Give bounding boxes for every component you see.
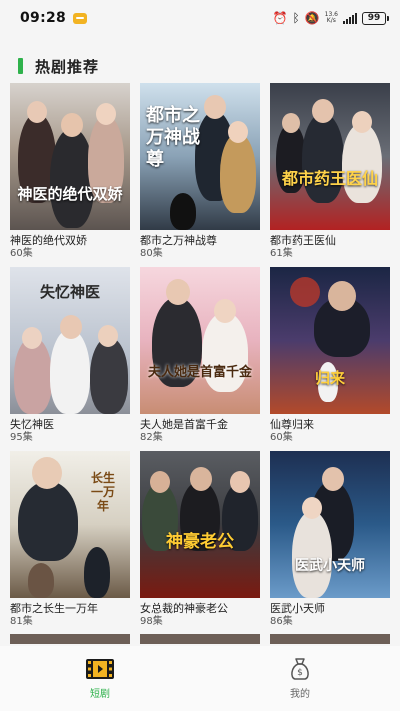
alarm-icon: ⏰ bbox=[272, 11, 288, 25]
nav-label: 短剧 bbox=[90, 689, 110, 700]
drama-card[interactable]: 长生一万年 都市之长生一万年 81集 bbox=[10, 451, 130, 635]
drama-title: 女总裁的神豪老公 bbox=[140, 602, 228, 615]
drama-card[interactable]: 失忆神医 失忆神医 95集 bbox=[10, 267, 130, 451]
drama-poster[interactable]: 神医的绝代双娇 bbox=[10, 83, 130, 230]
next-row-posters[interactable] bbox=[10, 634, 390, 644]
episode-count: 80集 bbox=[140, 248, 163, 259]
drama-poster[interactable]: 夫人她是首富千金 bbox=[140, 267, 260, 414]
drama-card[interactable]: 医武小天师 医武小天师 86集 bbox=[270, 451, 390, 635]
episode-count: 98集 bbox=[140, 616, 163, 627]
drama-title: 都市之万神战尊 bbox=[140, 234, 217, 247]
status-bar: 09:28 ⏰ ᛒ 🔕 13.6 K/s 99 bbox=[0, 0, 400, 36]
drama-title: 都市之长生一万年 bbox=[10, 602, 98, 615]
money-bag-icon: $ bbox=[285, 656, 315, 682]
drama-poster[interactable]: 神豪老公 bbox=[140, 451, 260, 598]
episode-count: 60集 bbox=[10, 248, 33, 259]
svg-text:$: $ bbox=[297, 668, 303, 678]
episode-count: 60集 bbox=[270, 432, 293, 443]
drama-card[interactable]: 归来 仙尊归来 60集 bbox=[270, 267, 390, 451]
network-speed: 13.6 K/s bbox=[325, 12, 338, 24]
poster-title: 夫人她是首富千金 bbox=[147, 365, 252, 380]
status-time: 09:28 bbox=[20, 10, 67, 26]
drama-title: 都市药王医仙 bbox=[270, 234, 336, 247]
drama-poster[interactable] bbox=[10, 634, 130, 644]
drama-title: 失忆神医 bbox=[10, 418, 54, 431]
section-header: 热剧推荐 bbox=[0, 50, 400, 82]
episode-count: 95集 bbox=[10, 432, 33, 443]
poster-title: 神医的绝代双娇 bbox=[17, 185, 123, 203]
poster-title: 神豪老公 bbox=[166, 532, 234, 552]
section-accent-bar bbox=[18, 58, 23, 74]
network-speed-unit: K/s bbox=[326, 17, 336, 24]
drama-poster[interactable]: 长生一万年 bbox=[10, 451, 130, 598]
section-title: 热剧推荐 bbox=[35, 57, 100, 76]
poster-title: 都市之万神战尊 bbox=[146, 105, 200, 170]
drama-card[interactable]: 神豪老公 女总裁的神豪老公 98集 bbox=[140, 451, 260, 635]
drama-title: 神医的绝代双娇 bbox=[10, 234, 87, 247]
drama-card[interactable]: 神医的绝代双娇 神医的绝代双娇 60集 bbox=[10, 83, 130, 267]
drama-card[interactable]: 都市药王医仙 都市药王医仙 61集 bbox=[270, 83, 390, 267]
poster-title: 医武小天师 bbox=[295, 558, 365, 574]
nav-item-short-drama[interactable]: 短剧 bbox=[0, 646, 200, 711]
bottom-navigation: 短剧 $ 我的 bbox=[0, 646, 400, 711]
episode-count: 61集 bbox=[270, 248, 293, 259]
drama-poster[interactable] bbox=[140, 634, 260, 644]
drama-poster[interactable] bbox=[270, 634, 390, 644]
poster-title: 归来 bbox=[314, 369, 345, 387]
nav-item-mine[interactable]: $ 我的 bbox=[200, 646, 400, 711]
drama-poster[interactable]: 都市药王医仙 bbox=[270, 83, 390, 230]
episode-count: 81集 bbox=[10, 616, 33, 627]
drama-title: 夫人她是首富千金 bbox=[140, 418, 228, 431]
poster-title: 都市药王医仙 bbox=[281, 169, 378, 188]
drama-grid: 神医的绝代双娇 神医的绝代双娇 60集 都市之万神战尊 都市之万神战尊 80集 … bbox=[10, 83, 390, 635]
episode-count: 82集 bbox=[140, 432, 163, 443]
silent-icon: 🔕 bbox=[304, 11, 320, 25]
bluetooth-icon: ᛒ bbox=[292, 11, 300, 25]
signal-icon bbox=[343, 12, 357, 24]
drama-card[interactable]: 夫人她是首富千金 夫人她是首富千金 82集 bbox=[140, 267, 260, 451]
battery-level: 99 bbox=[367, 13, 381, 23]
drama-poster[interactable]: 归来 bbox=[270, 267, 390, 414]
drama-poster[interactable]: 都市之万神战尊 bbox=[140, 83, 260, 230]
nav-label: 我的 bbox=[290, 689, 310, 700]
film-icon bbox=[85, 656, 115, 682]
episode-count: 86集 bbox=[270, 616, 293, 627]
poster-title: 失忆神医 bbox=[39, 283, 100, 301]
battery-icon: 99 bbox=[362, 11, 389, 25]
drama-title: 医武小天师 bbox=[270, 602, 325, 615]
poster-title: 长生一万年 bbox=[90, 471, 115, 513]
drama-poster[interactable]: 医武小天师 bbox=[270, 451, 390, 598]
drama-poster[interactable]: 失忆神医 bbox=[10, 267, 130, 414]
drama-card[interactable]: 都市之万神战尊 都市之万神战尊 80集 bbox=[140, 83, 260, 267]
status-indicators: ⏰ ᛒ 🔕 13.6 K/s 99 bbox=[272, 11, 389, 25]
drama-title: 仙尊归来 bbox=[270, 418, 314, 431]
app-notification-icon bbox=[73, 12, 88, 24]
